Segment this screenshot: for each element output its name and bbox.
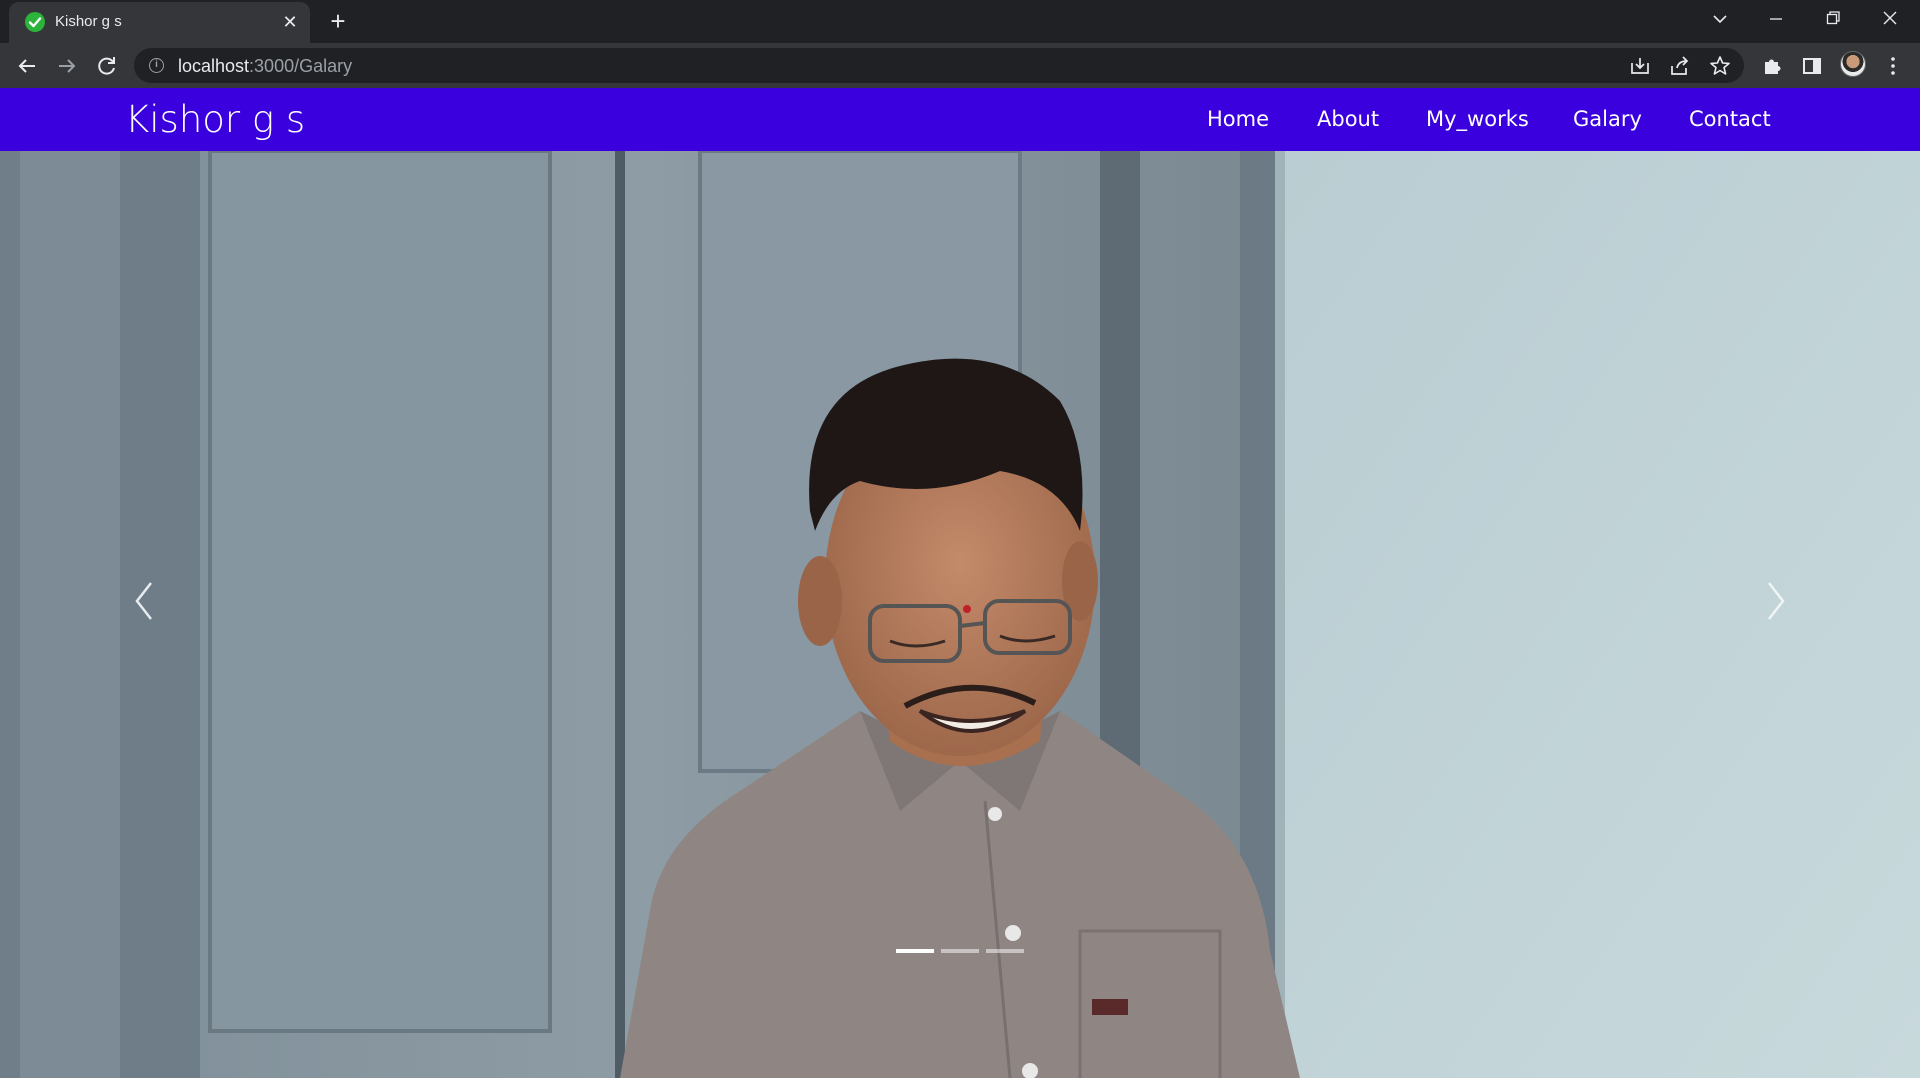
- gallery-carousel: [0, 151, 1920, 1078]
- tab-strip: Kishor g s ✕ +: [0, 0, 1920, 43]
- chevron-down-icon[interactable]: [1700, 4, 1740, 34]
- chevron-left-icon: [135, 582, 152, 620]
- carousel-indicator-1[interactable]: [896, 949, 934, 953]
- address-bar[interactable]: i localhost:3000/Galary: [134, 48, 1744, 83]
- info-icon[interactable]: i: [149, 58, 164, 73]
- restore-icon[interactable]: [1813, 4, 1853, 34]
- web-page: Kishor g s Home About My_works Galary Co…: [0, 88, 1920, 1078]
- nav-link-about[interactable]: About: [1317, 107, 1379, 131]
- puzzle-icon[interactable]: [1759, 53, 1785, 79]
- browser-toolbar: i localhost:3000/Galary: [0, 43, 1920, 88]
- url-text[interactable]: localhost:3000/Galary: [178, 56, 352, 77]
- site-navbar: Kishor g s Home About My_works Galary Co…: [0, 88, 1920, 151]
- url-host: localhost: [178, 56, 250, 76]
- browser-tab[interactable]: Kishor g s ✕: [9, 2, 310, 43]
- chevron-right-icon: [1768, 582, 1785, 620]
- install-icon[interactable]: [1628, 54, 1652, 78]
- minimize-icon[interactable]: [1756, 4, 1796, 34]
- carousel-slide-image: [0, 151, 1920, 1078]
- tab-title: Kishor g s: [55, 13, 122, 30]
- share-icon[interactable]: [1668, 54, 1692, 78]
- profile-avatar[interactable]: [1840, 51, 1866, 77]
- back-icon[interactable]: [12, 51, 42, 81]
- nav-link-my-works[interactable]: My_works: [1426, 107, 1529, 131]
- site-brand[interactable]: Kishor g s: [125, 98, 305, 141]
- carousel-next-button[interactable]: [1745, 561, 1805, 641]
- carousel-indicator-2[interactable]: [941, 949, 979, 953]
- reload-icon[interactable]: [92, 51, 122, 81]
- forward-icon[interactable]: [52, 51, 82, 81]
- nav-link-contact[interactable]: Contact: [1689, 107, 1771, 131]
- carousel-prev-button[interactable]: [115, 561, 175, 641]
- nav-link-galary[interactable]: Galary: [1573, 107, 1642, 131]
- menu-dots-icon[interactable]: [1880, 53, 1906, 79]
- nav-link-home[interactable]: Home: [1207, 107, 1269, 131]
- side-panel-icon[interactable]: [1799, 53, 1825, 79]
- url-path: :3000/Galary: [249, 56, 353, 76]
- plus-icon[interactable]: +: [325, 8, 351, 34]
- star-icon[interactable]: [1708, 54, 1732, 78]
- close-icon[interactable]: ✕: [279, 11, 301, 33]
- check-favicon-icon: [25, 12, 45, 32]
- window-close-icon[interactable]: [1870, 4, 1910, 34]
- carousel-indicator-3[interactable]: [986, 949, 1024, 953]
